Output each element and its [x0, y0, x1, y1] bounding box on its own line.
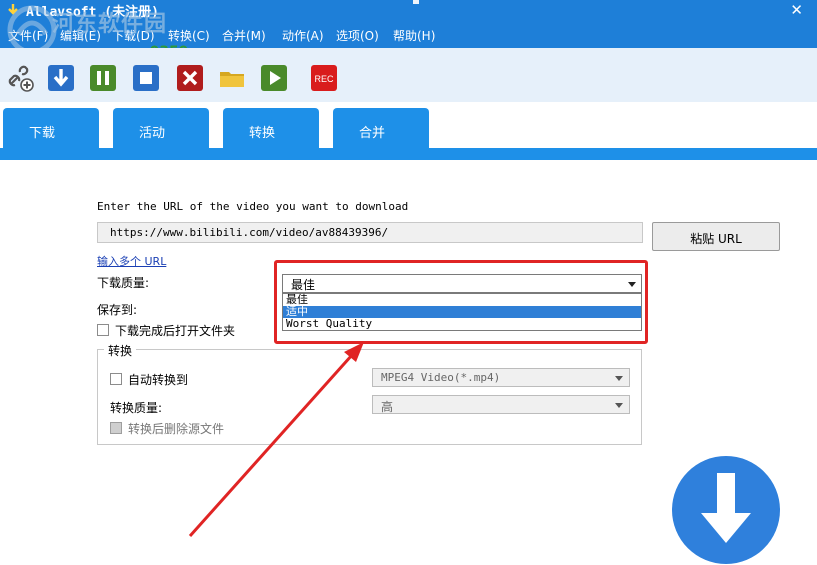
download-panel: Enter the URL of the video you want to d…: [0, 160, 817, 565]
menu-merge[interactable]: 合并(M): [222, 27, 266, 44]
convert-group-title: 转换: [104, 342, 137, 359]
delete-source-label: 转换后删除源文件: [128, 422, 225, 436]
tab-merge-label: 合并: [359, 126, 386, 141]
menu-options[interactable]: 选项(O): [336, 27, 379, 44]
download-quality-label: 下载质量:: [97, 276, 150, 290]
annotation-highlight-box: [274, 260, 648, 344]
open-folder-checkbox[interactable]: [97, 324, 109, 336]
convert-quality-select[interactable]: 高: [372, 395, 630, 414]
format-select[interactable]: MPEG4 Video(*.mp4): [372, 368, 630, 387]
rec-icon[interactable]: REC: [310, 64, 338, 92]
rec-label: REC: [314, 74, 334, 84]
multi-url-link[interactable]: 输入多个 URL: [97, 253, 166, 269]
menu-convert[interactable]: 转换(C): [168, 27, 210, 44]
pause-icon[interactable]: [89, 64, 117, 92]
menu-file[interactable]: 文件(F): [8, 27, 48, 44]
paste-url-button[interactable]: 粘贴 URL: [652, 222, 780, 251]
play-icon[interactable]: [260, 64, 288, 92]
download-icon[interactable]: [47, 64, 75, 92]
auto-convert-label: 自动转换到: [128, 373, 189, 387]
tab-download-label: 下载: [29, 126, 56, 141]
title-divider: [413, 0, 419, 4]
close-icon[interactable]: ✕: [790, 1, 803, 19]
download-arrow-icon: [672, 456, 780, 564]
format-select-value: MPEG4 Video(*.mp4): [381, 371, 501, 384]
stop-icon[interactable]: [132, 64, 160, 92]
menu-bar: 文件(F) 编辑(E) 下载(D) 转换(C) 合并(M) 动作(A) 选项(O…: [0, 22, 817, 48]
menu-download[interactable]: 下载(D): [112, 27, 155, 44]
toolbar: REC: [0, 48, 817, 102]
start-download-button[interactable]: [671, 455, 781, 565]
menu-action[interactable]: 动作(A): [282, 27, 324, 44]
tab-convert-label: 转换: [249, 126, 276, 141]
chevron-down-icon: [615, 403, 623, 408]
delete-source-checkbox: [110, 422, 122, 434]
tab-bar-underline: [0, 148, 817, 160]
link-add-icon[interactable]: [6, 64, 34, 92]
tab-activity-label: 活动: [139, 126, 166, 141]
open-folder-label: 下载完成后打开文件夹: [115, 324, 236, 338]
menu-edit[interactable]: 编辑(E): [60, 27, 101, 44]
auto-convert-checkbox[interactable]: [110, 373, 122, 385]
title-bar: Allavsoft (未注册) ✕: [0, 0, 817, 22]
url-input[interactable]: https://www.bilibili.com/video/av8843939…: [97, 222, 643, 243]
delete-icon[interactable]: [176, 64, 204, 92]
chevron-down-icon: [615, 376, 623, 381]
url-prompt: Enter the URL of the video you want to d…: [97, 200, 409, 213]
convert-quality-label: 转换质量:: [110, 401, 163, 415]
app-logo-icon: [6, 3, 20, 17]
convert-quality-value: 高: [381, 400, 394, 414]
save-to-label: 保存到:: [97, 303, 138, 317]
folder-icon[interactable]: [218, 64, 246, 92]
menu-help[interactable]: 帮助(H): [393, 27, 435, 44]
window-title: Allavsoft (未注册): [26, 5, 159, 20]
url-input-value: https://www.bilibili.com/video/av8843939…: [110, 226, 389, 239]
